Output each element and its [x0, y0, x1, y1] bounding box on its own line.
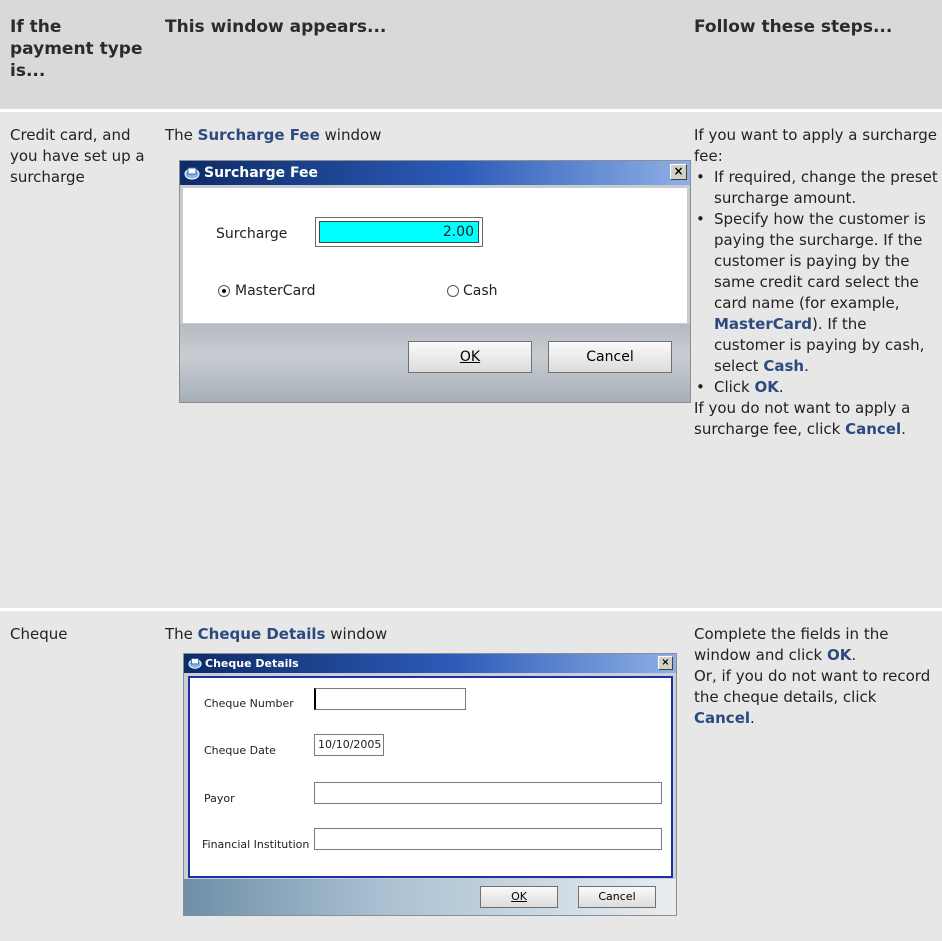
dialog-body: Cheque Number Cheque Date 10/10/2005 Pay… — [188, 676, 673, 878]
surcharge-fee-dialog: Surcharge Fee × Surcharge 2.00 MasterCar… — [179, 160, 691, 403]
payor-input[interactable] — [314, 782, 662, 804]
dialog-titlebar: Cheque Details × — [184, 654, 676, 673]
step-complete: Complete the fields in the window and cl… — [694, 625, 889, 664]
window-caption: The Cheque Details window — [165, 625, 388, 643]
close-icon[interactable]: × — [658, 656, 673, 670]
steps-outro: If you do not want to apply a surcharge … — [694, 399, 911, 438]
steps-cell-surcharge: If you want to apply a surcharge fee: If… — [694, 112, 938, 440]
dialog-footer: OK Cancel — [180, 324, 690, 402]
header-window-appears: This window appears... — [165, 17, 387, 37]
dialog-footer: OK Cancel — [184, 879, 676, 915]
app-icon — [184, 167, 200, 180]
mastercard-radio[interactable] — [218, 285, 230, 297]
cheque-date-label: Cheque Date — [204, 744, 276, 757]
header-payment-type: If the payment type is... — [10, 17, 143, 81]
window-caption: The Surcharge Fee window — [165, 126, 382, 144]
window-name: Cheque Details — [197, 625, 326, 643]
ok-button[interactable]: OK — [480, 886, 558, 908]
cash-radio[interactable] — [447, 285, 459, 297]
app-icon — [188, 658, 202, 669]
steps-intro: If you want to apply a surcharge fee: — [694, 126, 938, 165]
financial-institution-label: Financial Institution — [202, 838, 310, 851]
window-cell-cheque: The Cheque Details window Cheque Details… — [165, 611, 685, 916]
window-cell-surcharge: The Surcharge Fee window Surcharge Fee ×… — [165, 112, 691, 403]
list-item: If required, change the preset surcharge… — [694, 167, 938, 209]
mastercard-label[interactable]: MasterCard — [235, 281, 316, 302]
cash-label[interactable]: Cash — [463, 281, 498, 302]
cheque-number-input[interactable] — [314, 688, 466, 710]
table-row-cheque: Cheque The Cheque Details window Cheque … — [0, 611, 942, 941]
payor-label: Payor — [204, 792, 235, 805]
dialog-title: Cheque Details — [205, 657, 299, 670]
dialog-body: Surcharge 2.00 MasterCard Cash — [183, 188, 687, 323]
financial-institution-input[interactable] — [314, 828, 662, 850]
payment-type-credit-card: Credit card, and you have set up a surch… — [10, 126, 145, 186]
table-row-credit-card: Credit card, and you have set up a surch… — [0, 112, 942, 608]
surcharge-input[interactable]: 2.00 — [315, 217, 483, 247]
dialog-title: Surcharge Fee — [204, 165, 318, 181]
ok-button[interactable]: OK — [408, 341, 532, 373]
steps-list: If required, change the preset surcharge… — [694, 167, 938, 398]
cancel-button[interactable]: Cancel — [548, 341, 672, 373]
close-icon[interactable]: × — [670, 164, 687, 180]
cheque-number-label: Cheque Number — [204, 697, 294, 710]
window-name: Surcharge Fee — [197, 126, 320, 144]
payment-type-cheque: Cheque — [10, 625, 68, 643]
cancel-button[interactable]: Cancel — [578, 886, 656, 908]
step-cancel: Or, if you do not want to record the che… — [694, 667, 931, 727]
list-item: Click OK. — [694, 377, 938, 398]
steps-cell-cheque: Complete the fields in the window and cl… — [694, 611, 938, 729]
surcharge-label: Surcharge — [216, 226, 288, 242]
header-steps: Follow these steps... — [694, 17, 893, 37]
table-header-row: If the payment type is... This window ap… — [0, 0, 942, 109]
list-item: Specify how the customer is paying the s… — [694, 209, 938, 377]
dialog-titlebar: Surcharge Fee × — [180, 161, 690, 185]
cheque-details-dialog: Cheque Details × Cheque Number Cheque Da… — [183, 653, 677, 916]
surcharge-value: 2.00 — [319, 221, 479, 243]
cheque-date-input[interactable]: 10/10/2005 — [314, 734, 384, 756]
